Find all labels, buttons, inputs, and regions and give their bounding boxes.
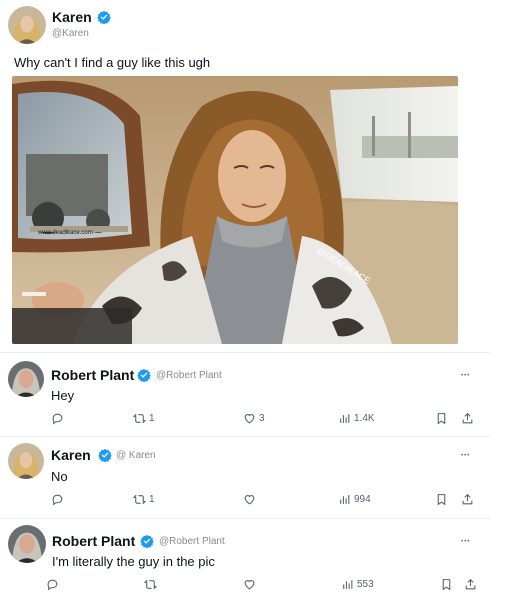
reply-text: Hey bbox=[51, 388, 75, 403]
reply-divider bbox=[0, 436, 490, 437]
author-handle[interactable]: @Karen bbox=[52, 28, 89, 39]
robert-plant-avatar[interactable] bbox=[8, 361, 44, 397]
retweet-count: 1 bbox=[149, 494, 155, 505]
reply-text: I'm literally the guy in the pic bbox=[52, 554, 215, 569]
bookmark-icon bbox=[437, 413, 446, 425]
retweet-button[interactable] bbox=[144, 578, 160, 591]
retweet-button[interactable]: 1 bbox=[133, 493, 155, 506]
reply-icon bbox=[52, 413, 63, 425]
robert-plant-avatar[interactable] bbox=[8, 525, 46, 563]
verified-badge-icon bbox=[140, 534, 154, 548]
reply-divider bbox=[0, 352, 490, 353]
share-icon bbox=[462, 412, 473, 424]
views-button[interactable]: 1.4K bbox=[338, 412, 375, 425]
retweet-icon bbox=[144, 579, 157, 590]
share-button[interactable] bbox=[461, 412, 474, 425]
verified-badge-icon bbox=[98, 448, 112, 462]
reply-author-name[interactable]: Robert Plant bbox=[51, 367, 134, 383]
more-options-icon[interactable]: ••• bbox=[461, 372, 470, 380]
retweet-icon bbox=[133, 413, 146, 424]
retweet-button[interactable]: 1 bbox=[133, 412, 155, 425]
reply-author-handle[interactable]: @Robert Plant bbox=[159, 536, 225, 547]
reply-author-name[interactable]: Karen bbox=[51, 447, 91, 463]
tweet-photo[interactable]: www.deadikace.com @DEADIKACE bbox=[12, 76, 458, 344]
retweet-icon bbox=[133, 494, 146, 505]
reply-icon bbox=[52, 494, 63, 506]
bookmark-button[interactable] bbox=[435, 412, 448, 425]
reply-divider bbox=[0, 518, 490, 519]
reply-button[interactable] bbox=[51, 493, 64, 506]
heart-icon bbox=[244, 580, 255, 590]
photo-watermark-url: www.deadikace.com bbox=[37, 230, 93, 236]
views-count: 1.4K bbox=[354, 413, 375, 424]
views-bar-chart-icon bbox=[340, 414, 350, 423]
like-button[interactable]: 3 bbox=[243, 412, 265, 425]
share-icon bbox=[462, 493, 473, 505]
views-button[interactable]: 553 bbox=[341, 578, 374, 591]
bookmark-button[interactable] bbox=[440, 578, 453, 591]
verified-badge-icon bbox=[137, 368, 151, 382]
heart-icon bbox=[244, 495, 255, 505]
karen-avatar[interactable] bbox=[8, 6, 46, 44]
more-options-icon[interactable]: ••• bbox=[461, 538, 470, 546]
heart-icon bbox=[244, 414, 255, 424]
tweet-text: Why can't I find a guy like this ugh bbox=[14, 55, 211, 70]
author-name[interactable]: Karen bbox=[52, 9, 92, 25]
more-options-icon[interactable]: ••• bbox=[461, 452, 470, 460]
verified-badge-icon bbox=[97, 10, 111, 24]
bookmark-icon bbox=[442, 579, 451, 591]
bookmark-icon bbox=[437, 494, 446, 506]
reply-text: No bbox=[51, 469, 68, 484]
reply-author-name[interactable]: Robert Plant bbox=[52, 533, 135, 549]
bookmark-button[interactable] bbox=[435, 493, 448, 506]
reply-author-handle[interactable]: @Robert Plant bbox=[156, 370, 222, 381]
like-button[interactable] bbox=[243, 578, 259, 591]
views-button[interactable]: 994 bbox=[338, 493, 371, 506]
karen-avatar[interactable] bbox=[8, 443, 44, 479]
reply-icon bbox=[47, 579, 58, 591]
views-bar-chart-icon bbox=[340, 495, 350, 504]
like-count: 3 bbox=[259, 413, 265, 424]
reply-button[interactable] bbox=[46, 578, 59, 591]
like-button[interactable] bbox=[243, 493, 259, 506]
reply-button[interactable] bbox=[51, 412, 64, 425]
retweet-count: 1 bbox=[149, 413, 155, 424]
share-button[interactable] bbox=[461, 493, 474, 506]
views-count: 994 bbox=[354, 494, 371, 505]
views-bar-chart-icon bbox=[343, 580, 353, 589]
views-count: 553 bbox=[357, 579, 374, 590]
share-icon bbox=[465, 578, 476, 590]
share-button[interactable] bbox=[464, 578, 477, 591]
reply-author-handle[interactable]: @ Karen bbox=[116, 450, 156, 461]
